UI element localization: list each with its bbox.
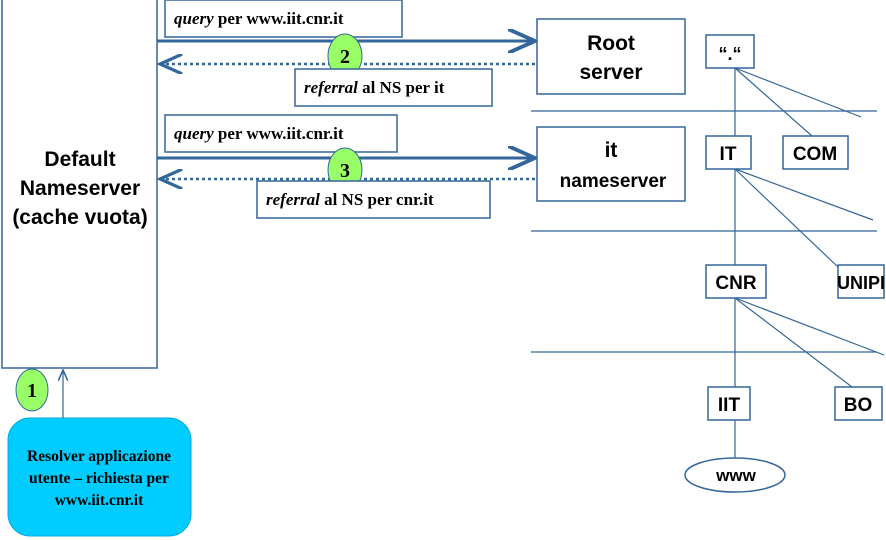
svg-text:server: server xyxy=(579,61,642,84)
resolver-line1: Resolver applicazione xyxy=(27,448,171,465)
referral2-label: referral al NS per cnr.it xyxy=(256,180,491,219)
resolver-line3: www.iit.cnr.it xyxy=(55,492,144,509)
it-nameserver-box: it nameserver xyxy=(536,126,686,202)
svg-text:3: 3 xyxy=(340,160,350,182)
resolver-line2: utente – richiesta per xyxy=(29,470,169,487)
svg-text:Root: Root xyxy=(587,32,635,55)
svg-text:IT: IT xyxy=(720,144,737,165)
svg-text:CNR: CNR xyxy=(715,273,756,294)
svg-text:query per www.iit.cnr.it: query per www.iit.cnr.it xyxy=(174,9,344,28)
svg-text:“.“: “.“ xyxy=(718,44,741,64)
query1-label: query per www.iit.cnr.it xyxy=(164,0,403,38)
svg-text:2: 2 xyxy=(340,46,350,68)
svg-text:UNIPI: UNIPI xyxy=(837,273,885,293)
query2-label: query per www.iit.cnr.it xyxy=(164,114,398,153)
default-ns-line2: Nameserver xyxy=(20,177,140,200)
svg-text:query per www.iit.cnr.it: query per www.iit.cnr.it xyxy=(174,124,344,143)
svg-text:1: 1 xyxy=(27,380,37,402)
svg-text:COM: COM xyxy=(793,144,837,165)
svg-text:BO: BO xyxy=(844,395,873,416)
svg-text:www: www xyxy=(715,466,756,485)
dns-diagram: Default Nameserver (cache vuota) Resolve… xyxy=(0,0,886,540)
tree-node-unipi: UNIPI xyxy=(837,264,885,299)
resolver-box: Resolver applicazione utente – richiesta… xyxy=(7,417,192,537)
tree-node-cnr: CNR xyxy=(705,264,767,299)
svg-text:it: it xyxy=(605,139,618,162)
root-server-box: Root server xyxy=(536,18,686,95)
default-nameserver-box: Default Nameserver (cache vuota) xyxy=(1,0,158,369)
svg-text:nameserver: nameserver xyxy=(560,171,667,192)
svg-text:IIT: IIT xyxy=(718,395,741,416)
tree-node-it: IT xyxy=(705,135,752,170)
step-1-badge: 1 xyxy=(15,368,49,412)
tree-node-www: www xyxy=(684,457,786,493)
default-ns-line1: Default xyxy=(44,148,115,171)
default-ns-line3: (cache vuota) xyxy=(12,206,147,229)
tree-node-com: COM xyxy=(782,135,849,170)
tree-node-root: “.“ xyxy=(705,34,755,69)
tree-node-bo: BO xyxy=(834,386,883,421)
svg-text:referral al NS per cnr.it: referral al NS per cnr.it xyxy=(266,190,434,209)
referral1-label: referral al NS per it xyxy=(294,68,493,107)
diagram-canvas: Default Nameserver (cache vuota) Resolve… xyxy=(1,0,885,537)
tree-node-iit: IIT xyxy=(707,386,751,421)
svg-text:referral al NS per it: referral al NS per it xyxy=(304,78,445,97)
